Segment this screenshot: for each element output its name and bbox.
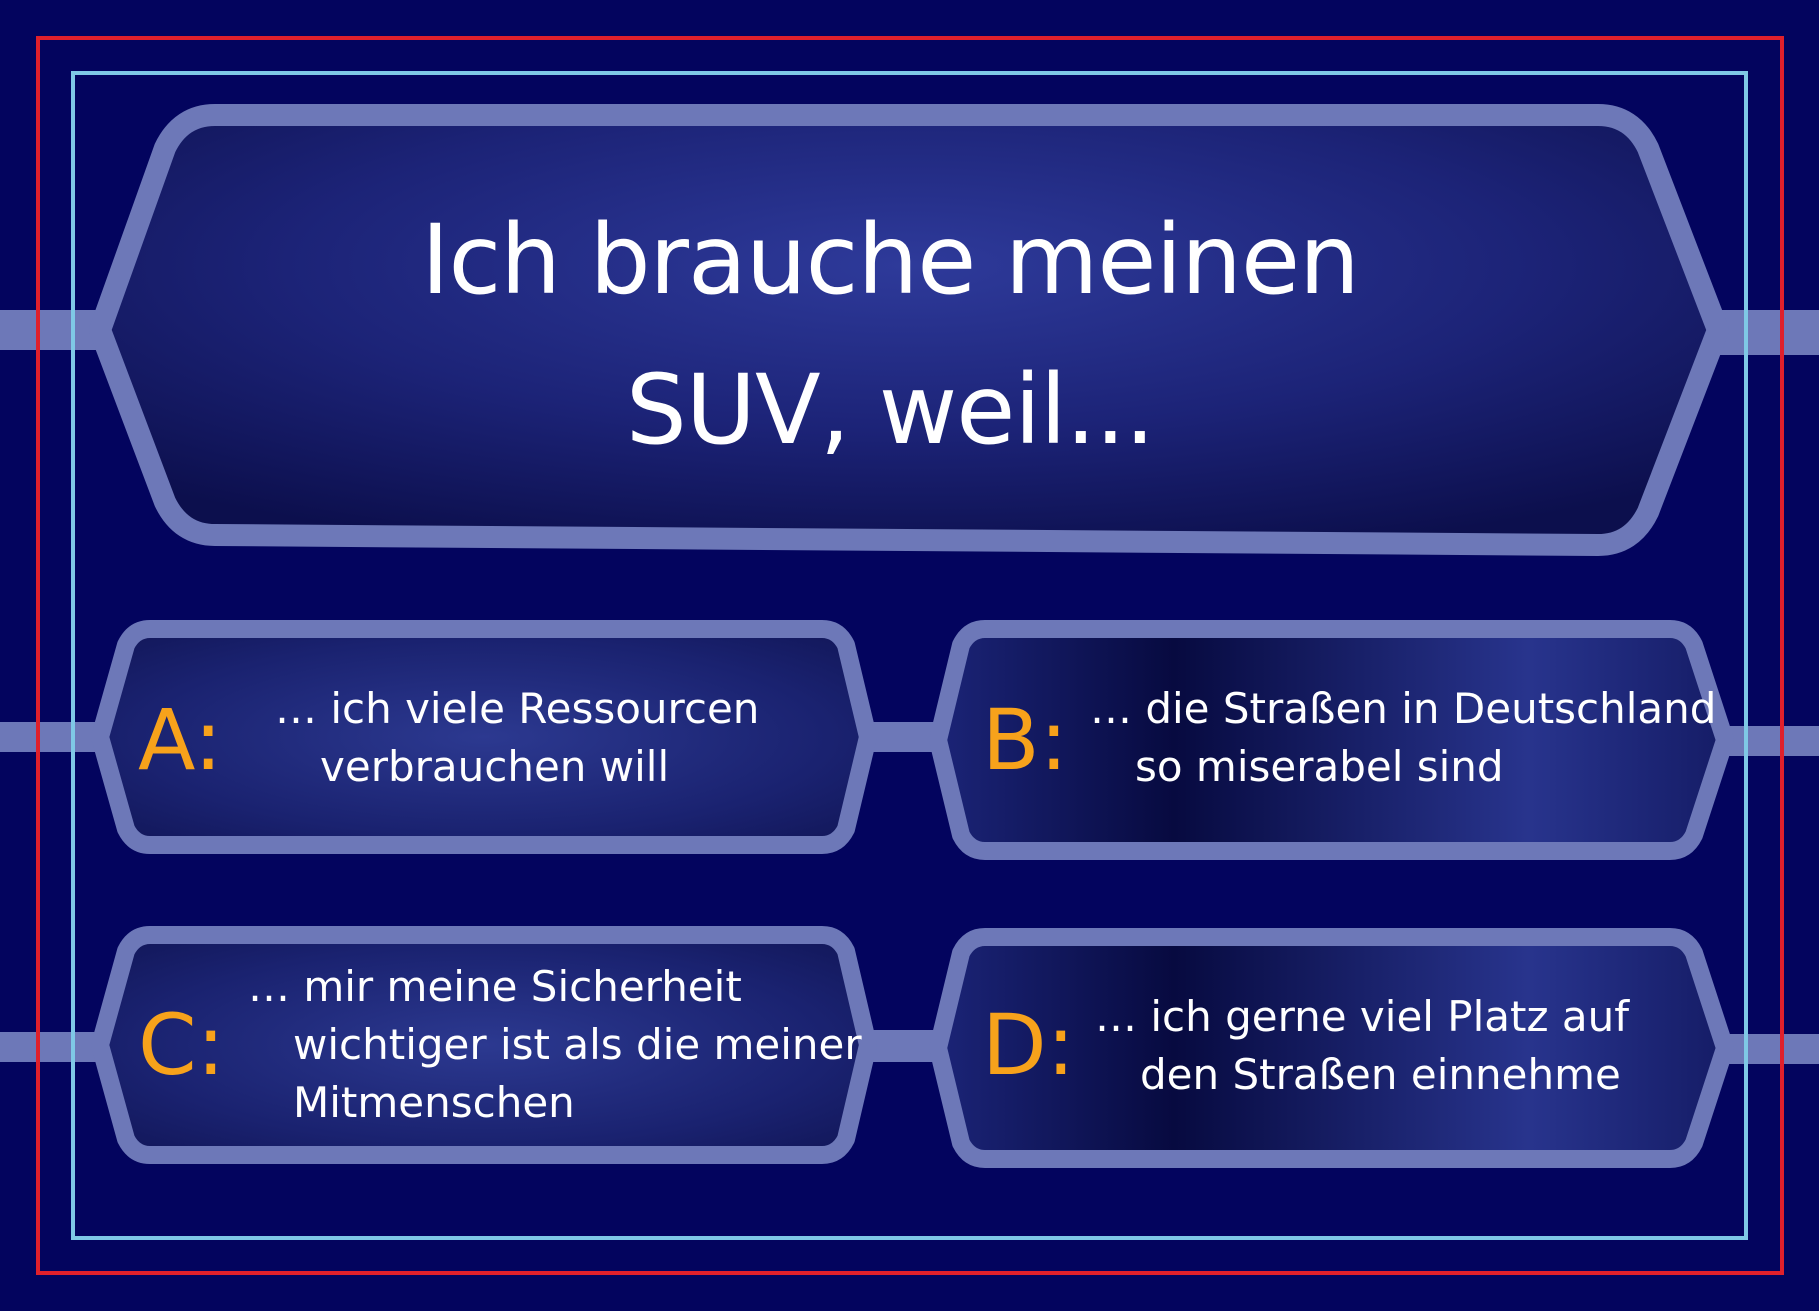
answer-b-line-1: … die Straßen in Deutschland <box>1090 684 1717 733</box>
answer-d-line-2: den Straßen einnehme <box>1140 1050 1621 1099</box>
answer-d-text[interactable]: … ich gerne viel Platz auf den Straßen e… <box>1095 988 1629 1104</box>
answer-b-letter: B: <box>982 691 1068 789</box>
answer-b-line-2: so miserabel sind <box>1135 742 1504 791</box>
answer-c-line-1: … mir meine Sicherheit <box>248 962 742 1011</box>
answer-b-text[interactable]: … die Straßen in Deutschland so miserabe… <box>1090 680 1716 796</box>
answer-a-line-2: verbrauchen will <box>320 742 670 791</box>
answer-d-letter: D: <box>982 996 1075 1094</box>
question-line-1: Ich brauche meinen <box>421 204 1360 316</box>
answer-d-line-1: … ich gerne viel Platz auf <box>1095 992 1630 1041</box>
answer-a-line-1: … ich viele Ressourcen <box>275 684 760 733</box>
answer-c-line-3: Mitmenschen <box>293 1078 575 1127</box>
answer-c-text[interactable]: … mir meine Sicherheit wichtiger ist als… <box>248 958 862 1132</box>
question-line-2: SUV, weil... <box>625 354 1155 466</box>
question-text: Ich brauche meinen SUV, weil... <box>300 185 1480 485</box>
answer-c-letter: C: <box>138 996 225 1094</box>
answer-a-letter: A: <box>138 691 223 789</box>
answer-a-text[interactable]: … ich viele Ressourcen verbrauchen will <box>275 680 759 796</box>
answer-c-line-2: wichtiger ist als die meiner <box>293 1020 862 1069</box>
